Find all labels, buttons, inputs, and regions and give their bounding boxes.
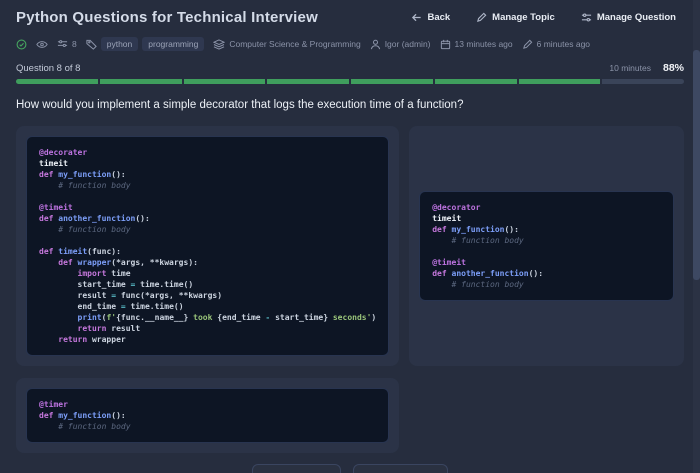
page-title: Python Questions for Technical Interview xyxy=(16,9,318,26)
footer-back-button[interactable]: Back xyxy=(251,464,342,473)
quiz-bar: Question 8 of 8 10 minutes 88% xyxy=(0,53,700,74)
header-actions: Back Manage Topic Manage Question xyxy=(411,12,676,23)
answer-option-2[interactable]: @decorator timeit def my_function(): # fun… xyxy=(409,126,684,366)
pencil-icon xyxy=(522,39,532,49)
tags-group: python programming xyxy=(86,37,205,51)
scrollbar[interactable] xyxy=(693,0,700,473)
calendar-icon xyxy=(440,39,450,49)
author: Igor (admin) xyxy=(370,39,431,50)
visibility-icon xyxy=(36,39,48,50)
header: Python Questions for Technical Interview… xyxy=(0,0,700,29)
created-time: 13 minutes ago xyxy=(440,39,513,50)
tag-chip[interactable]: programming xyxy=(142,37,205,51)
progress-segment xyxy=(434,79,517,84)
progress-segment xyxy=(183,79,266,84)
question-count: 8 xyxy=(57,39,77,50)
answer-options: @decorater timeit def my_function(): # fun… xyxy=(16,126,684,453)
sliders-icon xyxy=(581,13,591,22)
answer-option-3[interactable]: @timer def my_function(): # function body xyxy=(16,378,400,453)
manage-question-button[interactable]: Manage Question xyxy=(581,12,676,23)
code-block: @timer def my_function(): # function body xyxy=(26,388,390,443)
question-counter: Question 8 of 8 xyxy=(16,62,81,74)
code-block: @decorater timeit def my_function(): # fun… xyxy=(26,136,390,356)
category: Computer Science & Programming xyxy=(213,38,361,50)
progress-segment xyxy=(267,79,349,84)
progress-segment xyxy=(99,79,182,84)
scrollbar-thumb[interactable] xyxy=(693,50,700,280)
progress-segment xyxy=(602,79,684,84)
pencil-icon xyxy=(477,12,487,22)
arrow-left-icon xyxy=(412,13,422,22)
meta-row: 8 python programming Computer Science & P… xyxy=(0,29,700,53)
status-published-icon xyxy=(16,39,27,50)
progress-segment xyxy=(518,79,601,84)
score-percentage: 88% xyxy=(662,62,684,74)
list-icon xyxy=(57,39,68,47)
layers-icon xyxy=(213,38,226,50)
progress-segment xyxy=(16,79,98,84)
tag-chip[interactable]: python xyxy=(100,37,139,51)
time-limit: 10 minutes xyxy=(609,63,651,73)
finish-button[interactable]: Finish xyxy=(353,464,449,473)
edited-time: 6 minutes ago xyxy=(522,39,590,50)
tag-icon xyxy=(86,39,97,50)
manage-topic-button[interactable]: Manage Topic xyxy=(476,12,555,23)
question-text: How would you implement a simple decorat… xyxy=(16,99,464,111)
user-icon xyxy=(370,39,380,49)
answer-option-1[interactable]: @decorater timeit def my_function(): # fun… xyxy=(16,126,400,366)
progress-segment xyxy=(351,79,433,84)
code-block: @decorator timeit def my_function(): # fun… xyxy=(419,191,674,301)
footer: Back Finish xyxy=(0,464,700,473)
back-button[interactable]: Back xyxy=(411,12,450,23)
